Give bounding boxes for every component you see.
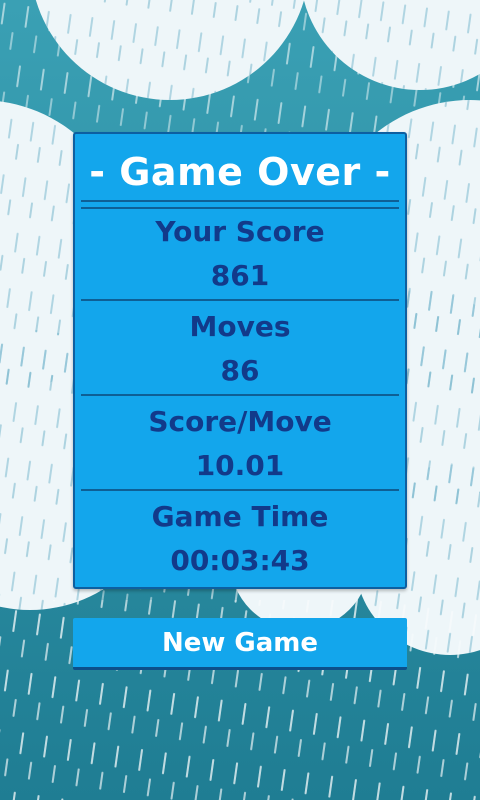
stat-label-your-score: Your Score (155, 215, 325, 248)
new-game-button[interactable]: New Game (73, 618, 407, 670)
stat-value-moves: 86 (220, 354, 260, 387)
stat-label-game-time: Game Time (151, 500, 329, 533)
stat-value-game-time: 00:03:43 (170, 544, 310, 577)
game-over-title: - Game Over - (89, 150, 391, 194)
stat-label-score-per-move: Score/Move (148, 405, 332, 438)
stat-score-per-move: Score/Move 10.01 (75, 396, 405, 491)
game-over-panel: - Game Over - Your Score 861 Moves 86 Sc… (73, 132, 407, 589)
stat-game-time: Game Time 00:03:43 (75, 491, 405, 586)
stat-value-score-per-move: 10.01 (195, 449, 285, 482)
stat-value-your-score: 861 (210, 259, 270, 292)
stat-label-moves: Moves (189, 310, 291, 343)
stat-your-score: Your Score 861 (75, 206, 405, 301)
stat-moves: Moves 86 (75, 301, 405, 396)
